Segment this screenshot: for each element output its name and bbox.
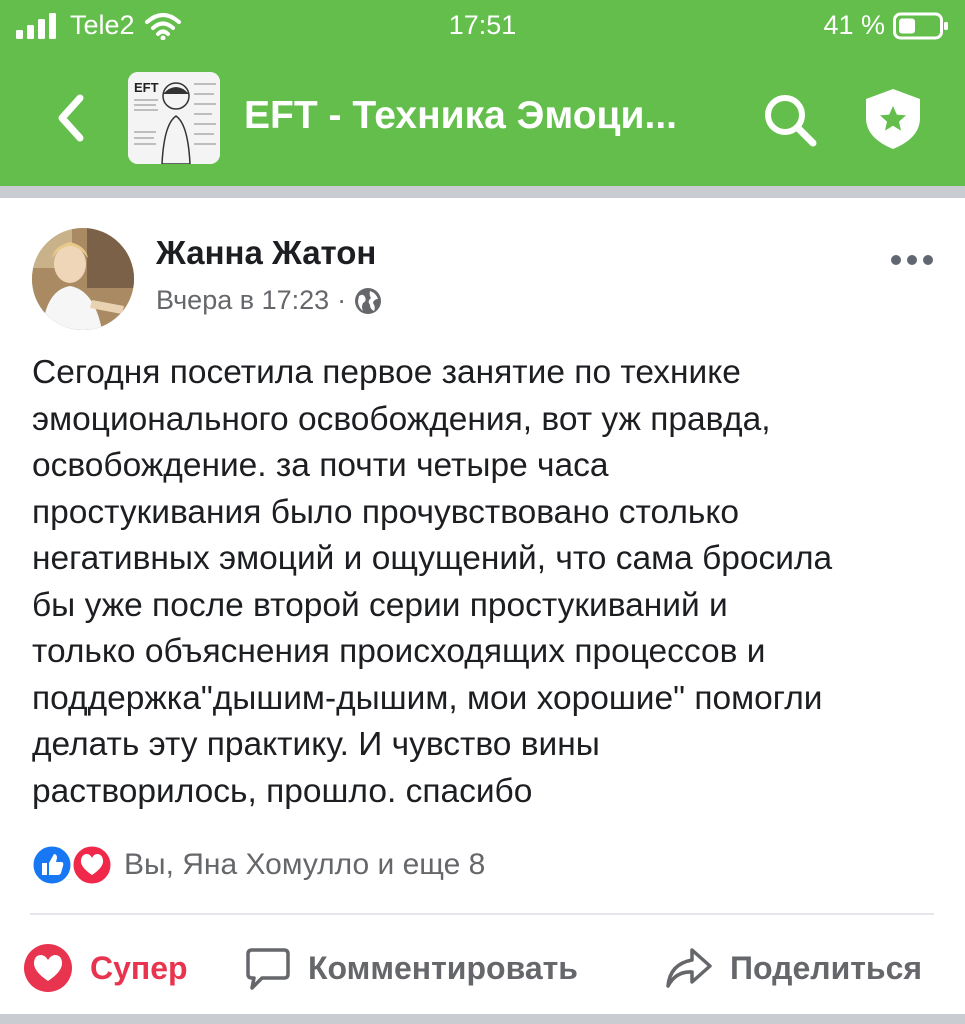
meta-separator: · — [337, 285, 347, 315]
bottom-divider — [0, 1014, 965, 1024]
status-bar: Tele2 17:51 41 % — [0, 0, 965, 52]
post-text: Сегодня посетила первое занятие по техни… — [32, 354, 833, 810]
like-reaction-icon — [30, 843, 74, 887]
share-button-label: Поделиться — [730, 949, 923, 986]
reaction-icons — [30, 843, 116, 887]
post-actions: Супер Комментировать Поделиться — [0, 940, 965, 1000]
post-author[interactable]: Жанна Жатон — [156, 234, 376, 272]
back-chevron-icon[interactable] — [48, 90, 94, 146]
react-button[interactable]: Супер — [22, 940, 188, 996]
nav-bar: EFT EFT - Техника Эмоци... — [0, 72, 965, 166]
group-thumbnail-image: EFT — [128, 72, 220, 164]
search-icon[interactable] — [760, 90, 820, 150]
post-header: Жанна Жатон Вчера в 17:23 · — [32, 228, 942, 338]
battery-icon — [893, 12, 948, 39]
app-header: Tele2 17:51 41 % EFT EFT - Техника Эмоци… — [0, 0, 965, 186]
group-thumb-text: EFT — [134, 80, 159, 95]
section-divider — [0, 186, 965, 198]
avatar[interactable] — [32, 228, 134, 330]
comment-button[interactable]: Комментировать — [244, 940, 578, 996]
share-icon — [666, 948, 712, 988]
love-reaction-icon — [70, 843, 114, 887]
admin-shield-icon[interactable] — [860, 86, 926, 152]
globe-icon — [355, 287, 382, 314]
group-thumbnail[interactable]: EFT — [128, 72, 220, 164]
battery-percent: 41 % — [823, 10, 885, 40]
post-timestamp[interactable]: Вчера в 17:23 — [156, 285, 329, 316]
battery-info: 41 % — [823, 10, 949, 41]
comment-button-label: Комментировать — [308, 949, 578, 986]
more-options-icon[interactable] — [890, 248, 934, 272]
reactions-bar[interactable]: Вы, Яна Хомулло и еще 8 — [30, 842, 485, 888]
avatar-image — [32, 228, 134, 330]
comment-icon — [246, 948, 290, 990]
reactions-summary[interactable]: Вы, Яна Хомулло и еще 8 — [124, 848, 485, 882]
group-title[interactable]: EFT - Техника Эмоци... — [244, 94, 744, 138]
react-button-label: Супер — [90, 949, 188, 986]
love-icon — [24, 944, 72, 992]
share-button[interactable]: Поделиться — [664, 940, 922, 996]
post-meta: Вчера в 17:23 · — [156, 285, 382, 316]
actions-divider — [30, 913, 934, 915]
clock: 17:51 — [448, 10, 517, 40]
